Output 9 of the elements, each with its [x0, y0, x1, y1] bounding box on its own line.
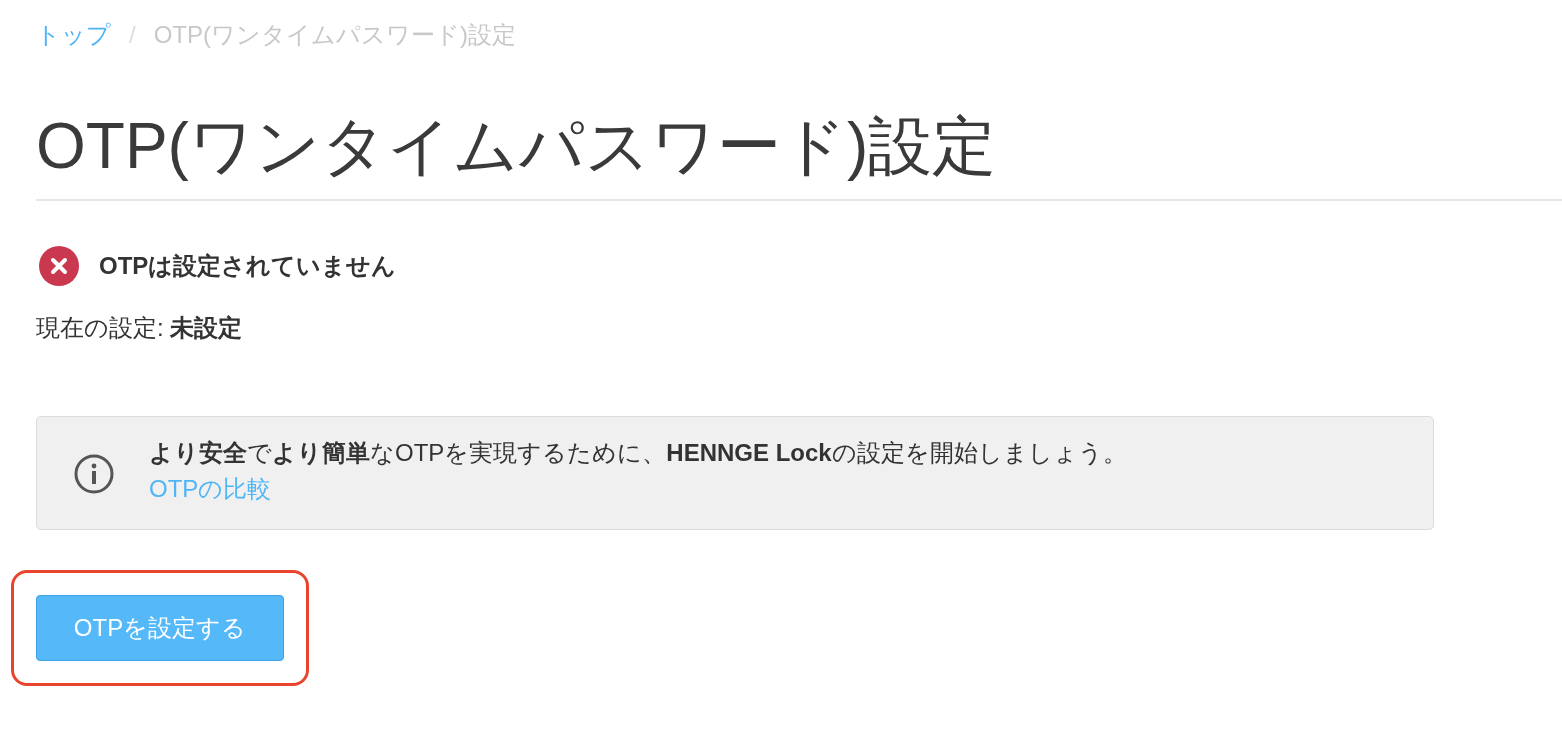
set-otp-button[interactable]: OTPを設定する	[36, 595, 284, 661]
info-text: より安全でより簡単なOTPを実現するために、HENNGE Lockの設定を開始しましょう。	[149, 438, 1127, 468]
breadcrumb-separator: /	[129, 21, 136, 49]
info-icon	[73, 453, 115, 495]
status-message: OTPは設定されていません	[99, 251, 397, 281]
current-setting-text: 現在の設定: 未設定	[36, 313, 244, 343]
page-title: OTP(ワンタイムパスワード)設定	[36, 109, 997, 184]
breadcrumb-link[interactable]: トップ	[36, 19, 111, 51]
comparison-link[interactable]: OTPの比較	[149, 475, 272, 502]
